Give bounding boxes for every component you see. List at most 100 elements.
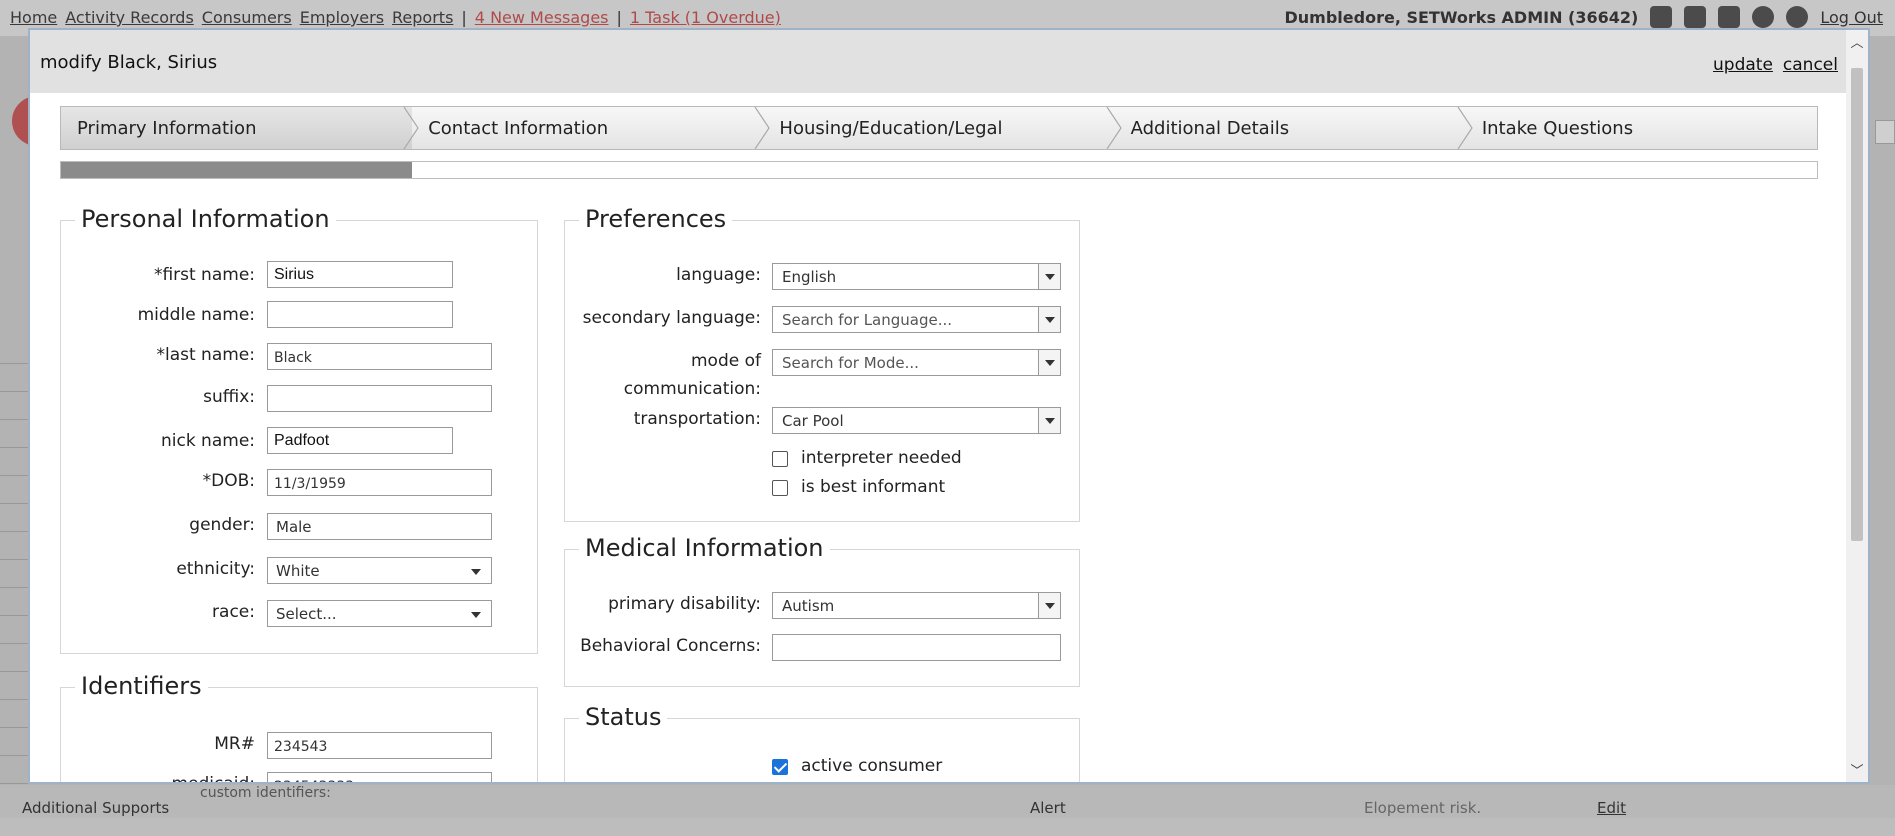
step-label: Housing/Education/Legal xyxy=(779,117,1003,139)
chevron-down-icon xyxy=(471,569,481,575)
home-icon[interactable] xyxy=(1650,6,1673,28)
nav-employers[interactable]: Employers xyxy=(300,8,384,27)
chevron-down-icon[interactable] xyxy=(1038,264,1060,289)
alert-edit-link[interactable]: Edit xyxy=(1597,799,1626,817)
ethnicity-label: ethnicity: xyxy=(176,559,255,579)
status-section: Status active consumer xyxy=(564,703,1080,782)
suffix-input[interactable] xyxy=(267,385,492,412)
chevron-right-icon xyxy=(754,107,771,149)
last-name-input[interactable] xyxy=(267,343,492,370)
primary-disability-combobox[interactable]: Autism xyxy=(772,592,1061,619)
active-consumer-checkbox[interactable] xyxy=(772,759,788,775)
transportation-combobox[interactable]: Car Pool xyxy=(772,407,1061,434)
nav-home[interactable]: Home xyxy=(10,8,57,27)
dialog-actions: update cancel xyxy=(1713,55,1838,75)
active-consumer-label: active consumer xyxy=(801,756,943,776)
step-intake-questions[interactable]: Intake Questions xyxy=(1466,107,1817,149)
transportation-value: Car Pool xyxy=(782,412,844,430)
step-housing-education-legal[interactable]: Housing/Education/Legal xyxy=(763,107,1122,149)
cancel-link[interactable]: cancel xyxy=(1783,55,1838,75)
logout-link[interactable]: Log Out xyxy=(1820,8,1883,27)
nav-reports[interactable]: Reports xyxy=(392,8,453,27)
mode-of-communication-combobox[interactable]: Search for Mode... xyxy=(772,349,1061,376)
messages-link[interactable]: 4 New Messages xyxy=(475,8,609,27)
first-name-input[interactable] xyxy=(267,261,453,288)
step-label: Intake Questions xyxy=(1481,117,1634,139)
ethnicity-select[interactable]: White xyxy=(267,557,492,584)
user-area: Dumbledore, SETWorks ADMIN (36642) Log O… xyxy=(1285,6,1883,28)
nick-name-label: nick name: xyxy=(160,431,255,451)
step-additional-details[interactable]: Additional Details xyxy=(1115,107,1473,149)
alert-text: Elopement risk. xyxy=(1364,799,1482,817)
secondary-language-placeholder: Search for Language... xyxy=(782,311,953,329)
help-icon[interactable] xyxy=(1752,6,1775,28)
alert-label: Alert xyxy=(1030,799,1066,817)
page-horizontal-scrollbar[interactable] xyxy=(0,818,1895,836)
best-informant-label: is best informant xyxy=(801,477,946,497)
scroll-up-icon[interactable]: ︿ xyxy=(1846,32,1868,52)
section-title: Identifiers xyxy=(75,672,208,700)
behavioral-concerns-input[interactable] xyxy=(772,634,1061,661)
mode-placeholder: Search for Mode... xyxy=(782,354,919,372)
wizard-progress-bar xyxy=(60,161,1818,179)
transportation-label: transportation: xyxy=(633,409,761,429)
middle-name-input[interactable] xyxy=(267,301,453,328)
section-title: Status xyxy=(579,703,668,731)
scroll-down-icon[interactable]: ﹀ xyxy=(1846,760,1868,780)
mode-of-communication-label: mode of xyxy=(690,351,761,371)
dob-input[interactable] xyxy=(267,469,492,496)
chevron-down-icon[interactable] xyxy=(1038,307,1060,332)
language-value: English xyxy=(782,268,837,286)
chevron-down-icon[interactable] xyxy=(1038,408,1060,433)
chevron-down-icon[interactable] xyxy=(1038,593,1060,618)
dialog-title: modify Black, Sirius xyxy=(40,52,218,73)
users-icon[interactable] xyxy=(1684,6,1707,28)
dob-label: *DOB: xyxy=(202,471,255,491)
update-link[interactable]: update xyxy=(1713,55,1773,75)
primary-disability-label: primary disability: xyxy=(608,594,761,614)
gender-value: Male xyxy=(276,518,312,536)
nav-consumers[interactable]: Consumers xyxy=(202,8,292,27)
dialog-vertical-scrollbar[interactable]: ︿ ﹀ xyxy=(1846,30,1868,782)
step-primary-information[interactable]: Primary Information xyxy=(61,107,419,149)
race-select[interactable]: Select... xyxy=(267,600,492,627)
first-name-label: *first name: xyxy=(153,265,255,285)
suffix-label: suffix: xyxy=(203,387,255,407)
chevron-right-icon xyxy=(1106,107,1122,149)
race-value: Select... xyxy=(276,605,337,623)
tasks-link[interactable]: 1 Task (1 Overdue) xyxy=(630,8,781,27)
step-contact-information[interactable]: Contact Information xyxy=(412,107,771,149)
ethnicity-value: White xyxy=(276,562,320,580)
gender-select[interactable]: Male xyxy=(267,513,492,540)
gear-icon[interactable] xyxy=(1786,6,1809,28)
medicaid-input[interactable] xyxy=(267,772,492,782)
primary-disability-value: Autism xyxy=(782,597,835,615)
briefcase-icon[interactable] xyxy=(1718,6,1741,28)
chevron-down-icon xyxy=(471,612,481,618)
medical-information-section: Medical Information primary disability: … xyxy=(564,534,1080,687)
progress-fill xyxy=(61,162,413,178)
mode-of-communication-label-2: communication: xyxy=(623,379,761,399)
step-label: Primary Information xyxy=(77,117,257,139)
section-title: Preferences xyxy=(579,205,733,233)
custom-identifiers-label: custom identifiers: xyxy=(200,785,331,801)
additional-supports-tab[interactable]: Additional Supports xyxy=(22,799,169,817)
language-combobox[interactable]: English xyxy=(772,263,1061,290)
preferences-section: Preferences language: English secondary … xyxy=(564,205,1080,522)
chevron-right-icon xyxy=(1457,107,1473,149)
chevron-down-icon[interactable] xyxy=(1038,350,1060,375)
nick-name-input[interactable] xyxy=(267,427,453,454)
interpreter-needed-checkbox[interactable] xyxy=(772,451,788,467)
best-informant-checkbox[interactable] xyxy=(772,480,788,496)
behavioral-concerns-label: Behavioral Concerns: xyxy=(580,636,761,656)
mr-input[interactable] xyxy=(267,732,492,759)
nav-activity-records[interactable]: Activity Records xyxy=(65,8,194,27)
interpreter-needed-label: interpreter needed xyxy=(801,448,962,468)
nav-separator: | xyxy=(616,8,622,27)
secondary-language-combobox[interactable]: Search for Language... xyxy=(772,306,1061,333)
step-label: Contact Information xyxy=(428,117,609,139)
scrollbar-thumb[interactable] xyxy=(1851,68,1863,541)
gender-label: gender: xyxy=(189,515,255,535)
background-dropdown xyxy=(1875,120,1895,144)
identifiers-section: Identifiers MR# medicaid: xyxy=(60,672,538,782)
